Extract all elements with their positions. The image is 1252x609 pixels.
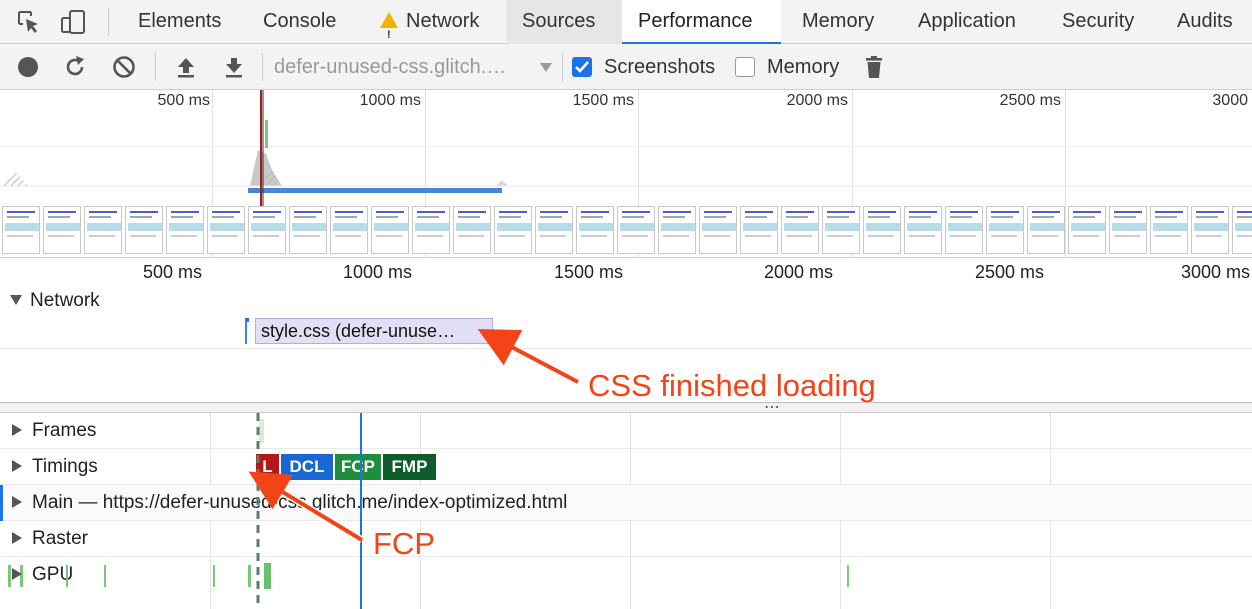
annotation-arrows xyxy=(248,329,580,543)
annotation-css-finished: CSS finished loading xyxy=(588,368,876,403)
annotation-fcp: FCP xyxy=(373,526,435,561)
